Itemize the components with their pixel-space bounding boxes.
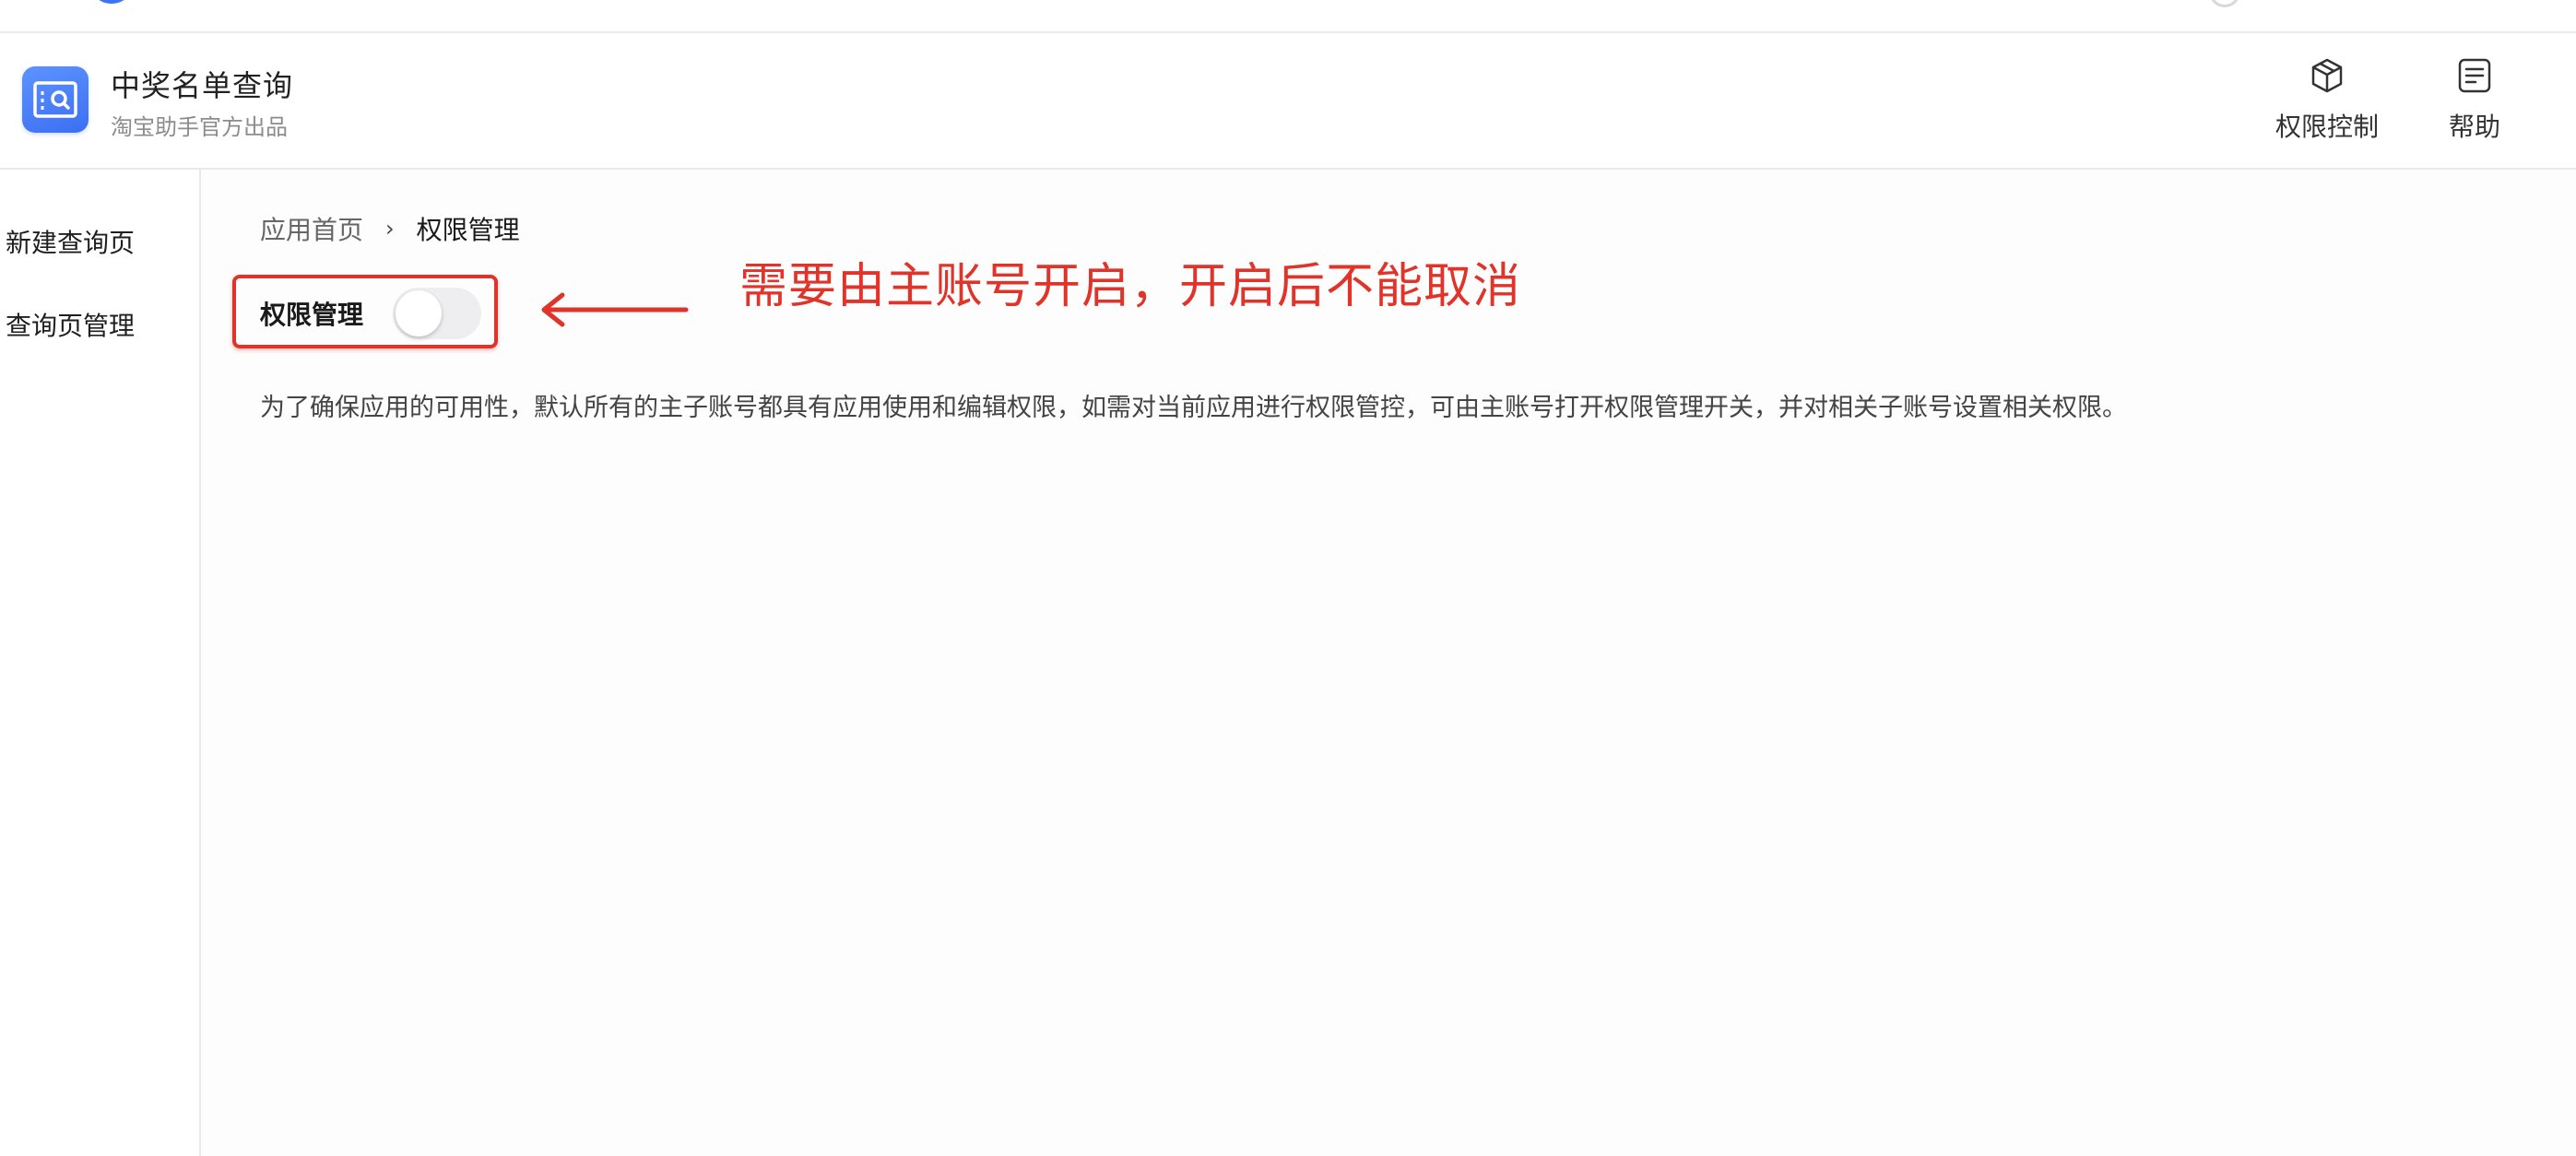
breadcrumb-current: 权限管理 (416, 215, 520, 245)
app-header: 中奖名单查询 淘宝助手官方出品 权限控制 帮助 (0, 33, 2576, 170)
cube-icon (2311, 58, 2343, 93)
permission-toggle-switch[interactable] (393, 288, 481, 339)
avatar-partial[interactable] (89, 0, 135, 4)
permission-description: 为了确保应用的可用性，默认所有的主子账号都具有应用使用和编辑权限，如需对当前应用… (260, 394, 2127, 422)
toggle-knob (396, 290, 442, 336)
breadcrumb-separator: › (385, 216, 395, 242)
help-button[interactable]: 帮助 (2449, 55, 2500, 144)
permission-control-button[interactable]: 权限控制 (2275, 55, 2379, 144)
annotation-text: 需要由主账号开启，开启后不能取消 (739, 259, 1522, 314)
help-label: 帮助 (2449, 112, 2501, 142)
circle-icon-partial (2209, 0, 2240, 7)
app-title: 中奖名单查询 (111, 68, 294, 103)
permission-control-label: 权限控制 (2275, 112, 2380, 142)
document-icon (2458, 58, 2491, 93)
breadcrumb: 应用首页 › 权限管理 (260, 210, 520, 247)
app-logo-icon (22, 66, 89, 133)
sidebar-item-query-page-management[interactable]: 查询页管理 (6, 306, 135, 343)
breadcrumb-home-link[interactable]: 应用首页 (260, 210, 363, 247)
permission-toggle-label: 权限管理 (260, 300, 364, 330)
sidebar-item-new-query-page[interactable]: 新建查询页 (6, 223, 135, 260)
app-subtitle: 淘宝助手官方出品 (111, 114, 288, 140)
annotation-arrow-icon (541, 292, 689, 327)
top-bar (0, 0, 2576, 33)
sidebar: 新建查询页 查询页管理 (0, 170, 201, 1156)
